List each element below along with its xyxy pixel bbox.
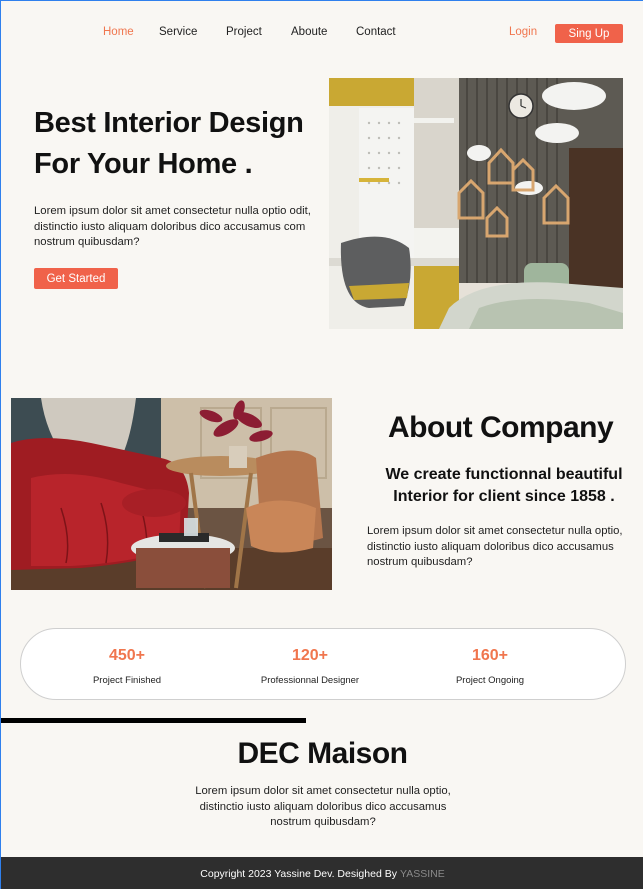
nav-project-link[interactable]: Project (226, 26, 262, 38)
about-living-room-image (11, 398, 332, 590)
footer: Copyright 2023 Yassine Dev. Desighed By … (1, 857, 643, 889)
about-subtitle: We create functionnal beautiful Interior… (385, 466, 623, 505)
stat-label: Project Ongoing (455, 675, 525, 686)
login-link[interactable]: Login (509, 26, 537, 38)
hero-title-line1: Best Interior Design (34, 107, 304, 139)
stat-value: 120+ (291, 647, 329, 664)
stat-project-finished: 450+ Project Finished (57, 629, 197, 686)
nav-service-link[interactable]: Service (159, 26, 197, 38)
stats-panel: 450+ Project Finished 120+ Professionnal… (20, 628, 626, 700)
section-divider-bar (1, 718, 306, 723)
hero-title-line2: For Your Home . (34, 148, 253, 180)
footer-brand-link[interactable]: YASSINE (400, 868, 445, 880)
stat-value: 450+ (108, 647, 146, 664)
nav-home-link[interactable]: Home (103, 26, 134, 38)
about-title: About Company (388, 411, 614, 444)
dec-maison-title: DEC Maison (237, 737, 408, 770)
top-navigation: Home Service Project Aboute Contact Logi… (1, 1, 643, 63)
dec-maison-description: Lorem ipsum dolor sit amet consectetur n… (195, 785, 451, 828)
stat-value: 160+ (471, 647, 509, 664)
nav-about-link[interactable]: Aboute (291, 26, 327, 38)
footer-copyright: Copyright 2023 Yassine Dev. Desighed By (200, 867, 397, 880)
get-started-button[interactable]: Get Started (34, 268, 118, 289)
about-description: Lorem ipsum dolor sit amet consectetur n… (367, 525, 623, 568)
stat-designers: 120+ Professionnal Designer (240, 629, 380, 686)
hero-bedroom-image (329, 78, 623, 329)
stat-label: Project Finished (92, 675, 162, 686)
hero-description: Lorem ipsum dolor sit amet consectetur n… (34, 205, 311, 248)
hero-title: Best Interior Design For Your Home . (34, 103, 304, 185)
stat-label: Professionnal Designer (260, 675, 360, 686)
stat-project-ongoing: 160+ Project Ongoing (420, 629, 560, 686)
nav-contact-link[interactable]: Contact (356, 26, 396, 38)
signup-button[interactable]: Sing Up (555, 24, 623, 43)
